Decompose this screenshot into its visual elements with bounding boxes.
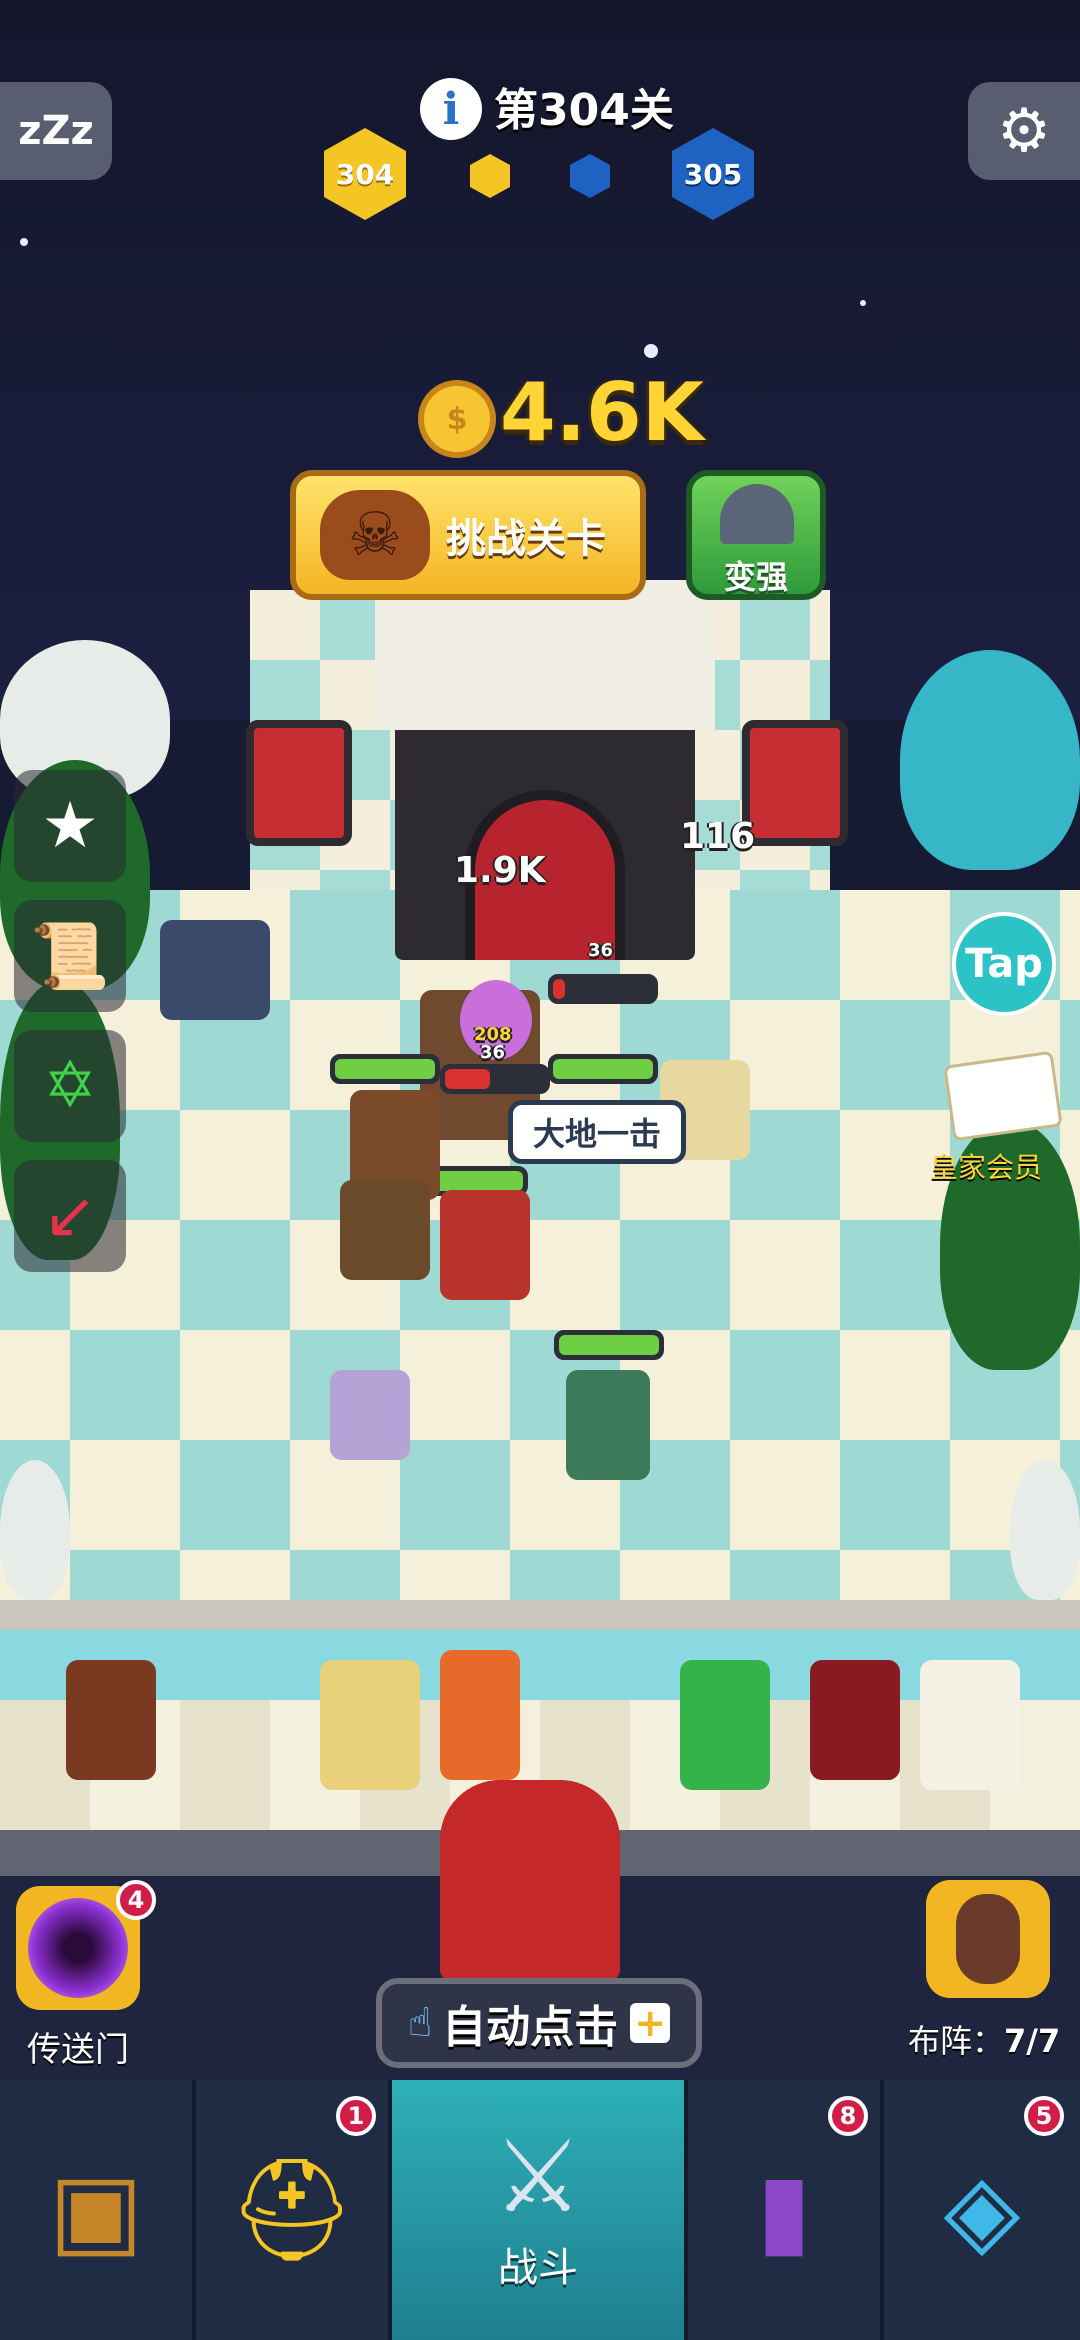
portal-badge: 4 <box>116 1880 156 1920</box>
hexagram-icon: ✡ <box>43 1049 97 1123</box>
plus-icon: + <box>630 2001 671 2045</box>
formation-label: 布阵： <box>908 2022 1005 2060</box>
snow-rock-left <box>0 1460 70 1600</box>
tab-heroes[interactable]: ⛑ 1 <box>196 2080 392 2340</box>
gold-drop-amount: 1.9K <box>454 850 546 891</box>
amulet-badge: 5 <box>1024 2096 1064 2136</box>
damage-number: 36 <box>588 940 614 961</box>
amulet-icon: ◈ <box>943 2151 1021 2268</box>
arrow-icon: ↙ <box>43 1179 97 1253</box>
star <box>860 300 866 306</box>
hero-health-bar <box>554 1330 664 1360</box>
hero-unit[interactable] <box>340 1180 430 1280</box>
tab-battle[interactable]: ⚔ 战斗 <box>392 2080 688 2340</box>
star <box>20 238 28 246</box>
gear-icon: ⚙ <box>997 96 1051 166</box>
hero-unit[interactable] <box>566 1370 650 1480</box>
formation-status: 布阵：7/7 <box>908 2016 1060 2062</box>
mystery-brazier-left <box>246 720 352 846</box>
hexagram-button[interactable]: ✡ <box>14 1030 126 1142</box>
star <box>644 344 658 358</box>
bench-hero[interactable] <box>440 1650 520 1780</box>
crossed-swords-icon: ⚔ <box>493 2118 583 2235</box>
challenge-label: 挑战关卡 <box>446 516 606 562</box>
portal-icon <box>28 1898 128 1998</box>
royal-member-card-icon[interactable] <box>943 1050 1063 1142</box>
bench-hero[interactable] <box>320 1660 420 1790</box>
winged-helmet-icon: ⛑ <box>228 2151 356 2268</box>
castle-roof <box>375 580 715 730</box>
winged-helmet-icon <box>720 484 794 544</box>
power-up-button[interactable]: 变强 <box>686 470 826 600</box>
tab-battle-label: 战斗 <box>498 2245 578 2291</box>
hero-unit[interactable] <box>440 1190 530 1300</box>
sleep-icon: zZz <box>18 108 94 154</box>
formation-button[interactable] <box>926 1880 1050 1998</box>
star-trophy-icon: ★ <box>41 789 99 863</box>
sleep-mode-button[interactable]: zZz <box>0 82 112 180</box>
enemy-health-bar <box>548 974 658 1004</box>
hero-health-bar <box>330 1054 440 1084</box>
heroes-badge: 1 <box>336 2096 376 2136</box>
bat-enemy[interactable] <box>160 920 270 1020</box>
formation-count: 7/7 <box>1004 2022 1061 2060</box>
level-title: 第304关 <box>494 85 674 136</box>
snow-rock-right <box>1010 1460 1080 1600</box>
ranking-button[interactable]: ★ <box>14 770 126 882</box>
bench-hero[interactable] <box>810 1660 900 1780</box>
mage-unit[interactable] <box>330 1370 410 1460</box>
royal-member-label[interactable]: 皇家会员 <box>930 1146 1042 1186</box>
tap-button[interactable]: Tap <box>952 912 1056 1016</box>
bench-hero[interactable] <box>66 1660 156 1780</box>
coin-icon: $ <box>418 380 496 458</box>
skull-icon: ☠ <box>320 490 430 580</box>
portal-label: 传送门 <box>27 2030 129 2070</box>
enemy-castle <box>375 580 715 960</box>
spellbook-badge: 8 <box>828 2096 868 2136</box>
mystery-brazier-right <box>742 720 848 846</box>
challenge-level-button[interactable]: ☠ 挑战关卡 <box>290 470 646 600</box>
settings-button[interactable]: ⚙ <box>968 82 1080 180</box>
hero-health-bar <box>548 1054 658 1084</box>
ice-bush-right <box>900 650 1080 870</box>
gold-amount: 4.6K <box>500 366 704 459</box>
auto-tap-label: 自动点击 <box>442 2002 619 2053</box>
gold-drop-amount: 116 <box>680 816 756 857</box>
enemy-health-bar <box>440 1064 550 1094</box>
commander-hero[interactable] <box>440 1780 620 1980</box>
info-icon[interactable]: i <box>420 78 482 140</box>
treasure-chest-icon: ▣ <box>48 2151 144 2268</box>
portal-button[interactable]: 4 <box>16 1880 156 2010</box>
tap-hand-icon: ☝ <box>407 2000 433 2046</box>
formation-hero-icon <box>956 1894 1020 1984</box>
bottom-nav-bar: ▣ ⛑ 1 ⚔ 战斗 ▮ 8 ◈ 5 <box>0 2080 1080 2340</box>
tab-spellbook[interactable]: ▮ 8 <box>688 2080 884 2340</box>
scroll-icon: 📜 <box>30 919 110 994</box>
damage-number: 36 <box>480 1042 506 1063</box>
skill-callout: 大地一击 <box>508 1100 686 1164</box>
tab-amulet[interactable]: ◈ 5 <box>884 2080 1080 2340</box>
spellbook-icon: ▮ <box>756 2151 812 2268</box>
bench-hero[interactable] <box>920 1660 1020 1790</box>
auto-tap-button[interactable]: ☝ 自动点击 + <box>376 1978 702 2068</box>
tab-treasure[interactable]: ▣ <box>0 2080 196 2340</box>
power-up-label: 变强 <box>723 558 788 596</box>
bench-hero[interactable] <box>680 1660 770 1790</box>
arrow-button[interactable]: ↙ <box>14 1160 126 1272</box>
quest-scroll-button[interactable]: 📜 <box>14 900 126 1012</box>
